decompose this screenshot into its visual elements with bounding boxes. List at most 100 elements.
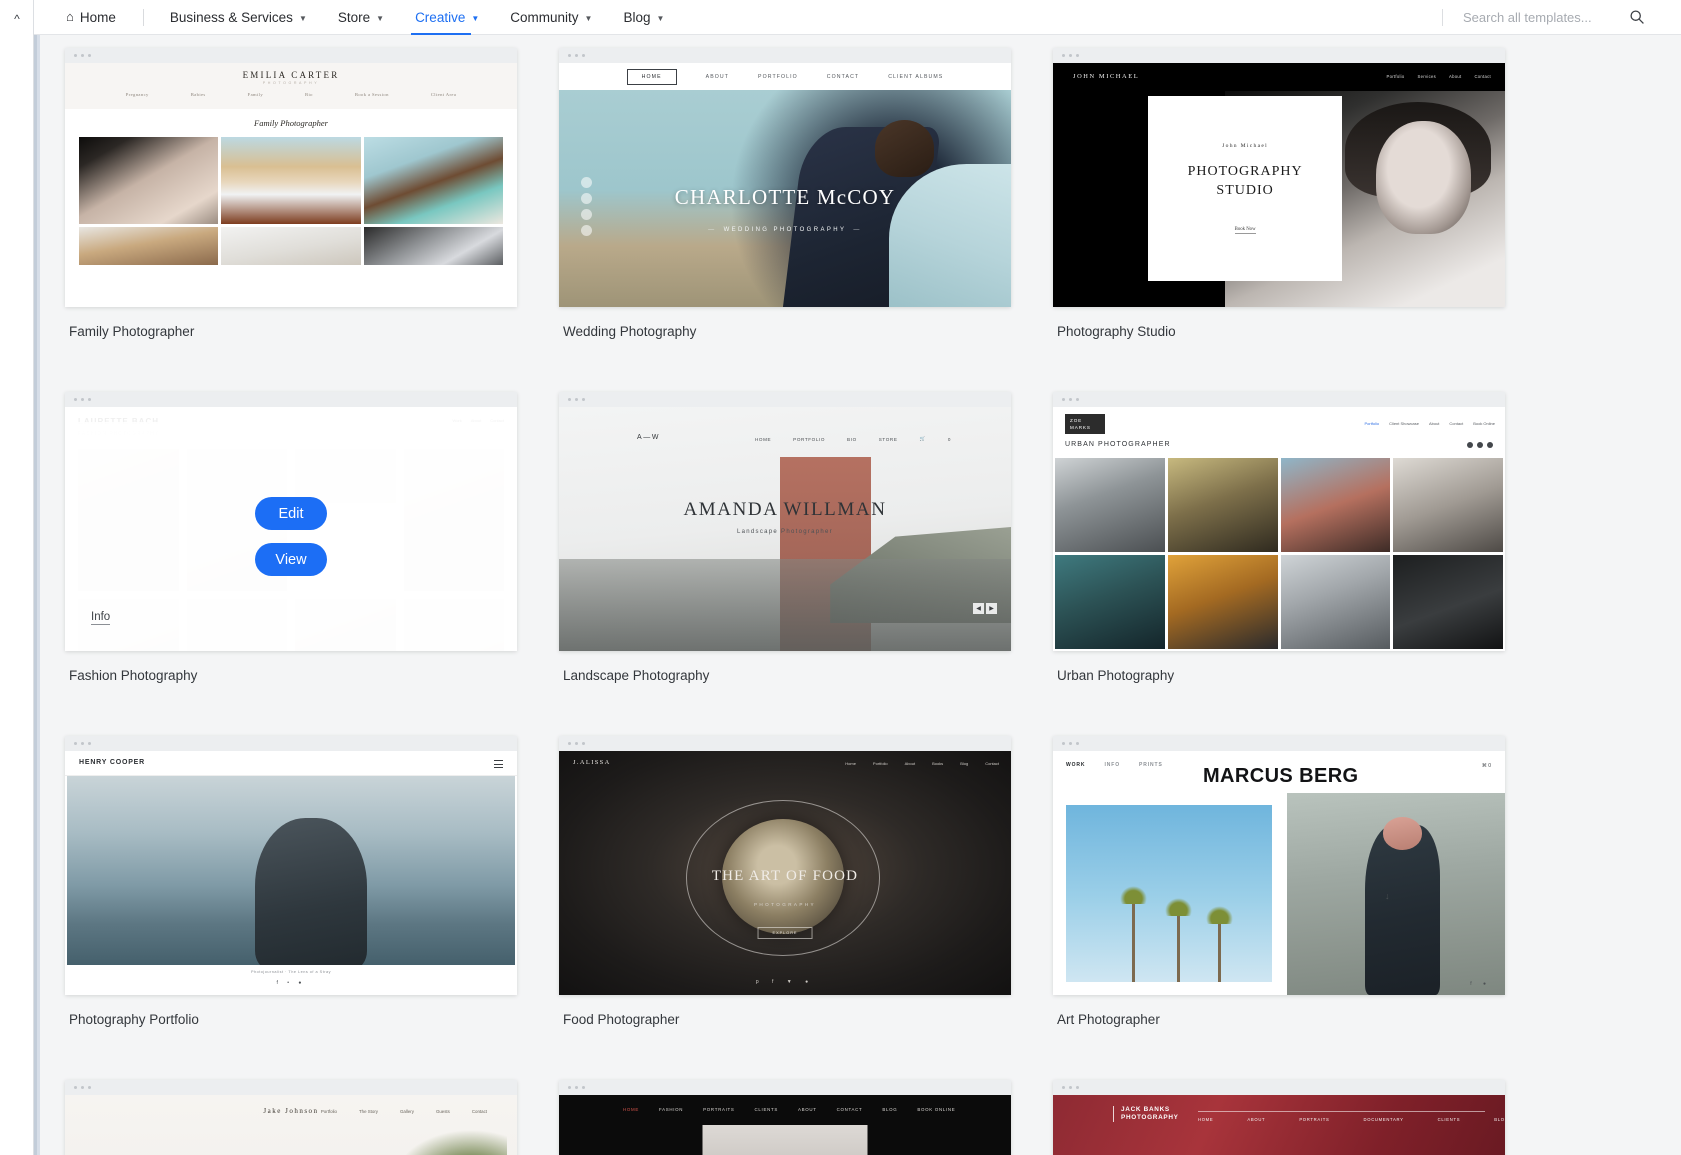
chevron-down-icon: ▼: [585, 14, 593, 23]
site-nav-item: PORTRAITS: [703, 1107, 734, 1112]
chrome-dot-icon: [575, 54, 578, 57]
template-card-title: Photography Portfolio: [69, 1012, 517, 1080]
site-nav-item: FASHION: [659, 1107, 683, 1112]
site-nav-item: Portfolio: [873, 761, 888, 766]
template-preview[interactable]: JACK BANKS PHOTOGRAPHY HOME ABOUT PORTRA…: [1053, 1080, 1505, 1155]
nav-item-creative[interactable]: Creative ▼: [415, 0, 479, 35]
site-logo: JACK BANKS PHOTOGRAPHY: [1113, 1106, 1179, 1122]
site-nav-item: Contact: [1474, 74, 1491, 79]
vertical-scrollbar-thumb[interactable]: [34, 35, 37, 1155]
arrow-left-icon: ◀: [973, 603, 984, 614]
template-preview[interactable]: Jake Johnson Portfolio The Story Gallery…: [65, 1080, 517, 1155]
site-nav-item: Book Online: [1473, 421, 1495, 426]
collapse-up-icon[interactable]: ^: [10, 12, 24, 26]
site-nav-item: PORTFOLIO: [793, 437, 825, 442]
template-card-partial-3[interactable]: JACK BANKS PHOTOGRAPHY HOME ABOUT PORTRA…: [1053, 1080, 1505, 1155]
site-nav-item: Book a Session: [355, 92, 389, 97]
chrome-dot-icon: [1076, 742, 1079, 745]
site-nav-item: INFO: [1104, 762, 1120, 768]
site-logo-line2: MARKS: [1070, 425, 1091, 430]
edit-button[interactable]: Edit: [255, 497, 327, 530]
template-preview-hovered[interactable]: LAURETTE BACH FASHION PHOTOGRAPHY Work A…: [65, 392, 517, 651]
template-card-title: Art Photographer: [1057, 1012, 1505, 1080]
template-preview[interactable]: HENRY COOPER Photojournalist · The Len: [65, 736, 517, 995]
browser-chrome: [1053, 392, 1505, 407]
photo-thumb: [1055, 555, 1165, 649]
footer-social: f ●: [1470, 981, 1491, 987]
footer-text: Photojournalist · The Lens of a Stray: [65, 970, 517, 974]
site-nav-item: Client Showcase: [1389, 421, 1419, 426]
chrome-dot-icon: [1069, 1086, 1072, 1089]
template-card-partial-2[interactable]: HOME FASHION PORTRAITS CLIENTS ABOUT CON…: [559, 1080, 1011, 1155]
template-preview[interactable]: A—W HOME PORTFOLIO BIO STORE 🛒 0 AMANDA …: [559, 392, 1011, 651]
chrome-dot-icon: [74, 742, 77, 745]
browser-chrome: [65, 48, 517, 63]
hero-title: AMANDA WILLMAN: [559, 499, 1011, 521]
site-tagline: Family Photographer: [65, 109, 517, 137]
nav-item-home[interactable]: ⌂ Home: [66, 0, 116, 35]
template-card-wedding-photography[interactable]: HOME ABOUT PORTFOLIO CONTACT CLIENT ALBU…: [559, 48, 1011, 392]
info-link[interactable]: Info: [91, 611, 110, 625]
template-card-partial-1[interactable]: Jake Johnson Portfolio The Story Gallery…: [65, 1080, 517, 1155]
template-card-fashion-photography[interactable]: LAURETTE BACH FASHION PHOTOGRAPHY Work A…: [65, 392, 517, 736]
nav-item-community[interactable]: Community ▼: [510, 0, 592, 35]
site-nav-item: Home: [845, 761, 856, 766]
hero-card-cta: Book Now: [1235, 227, 1256, 234]
template-card-photography-studio[interactable]: JOHN MICHAEL Portfolio Services About Co…: [1053, 48, 1505, 392]
palm-tree: [1132, 900, 1135, 982]
template-preview[interactable]: J.ALISSA Home Portfolio About Books Blog…: [559, 736, 1011, 995]
template-card-urban-photography[interactable]: ZOE MARKS Portfolio Client Showcase Abou…: [1053, 392, 1505, 736]
template-card-landscape-photography[interactable]: A—W HOME PORTFOLIO BIO STORE 🛒 0 AMANDA …: [559, 392, 1011, 736]
nav-item-store[interactable]: Store ▼: [338, 0, 384, 35]
chrome-dot-icon: [88, 398, 91, 401]
site-nav: WORK INFO PRINTS: [1066, 762, 1163, 768]
template-card-title: Urban Photography: [1057, 668, 1505, 736]
site-nav-item: Guests: [436, 1109, 450, 1114]
template-preview[interactable]: HOME FASHION PORTRAITS CLIENTS ABOUT CON…: [559, 1080, 1011, 1155]
browser-chrome: [1053, 48, 1505, 63]
site-nav-item: About: [1449, 74, 1461, 79]
search-icon[interactable]: [1629, 9, 1645, 25]
photo-thumb: [1281, 458, 1391, 552]
site-logo: JOHN MICHAEL: [1073, 73, 1139, 80]
template-card-food-photographer[interactable]: J.ALISSA Home Portfolio About Books Blog…: [559, 736, 1011, 1080]
nav-item-blog[interactable]: Blog ▼: [623, 0, 664, 35]
template-preview[interactable]: WORK INFO PRINTS MARCUS BERG ⌘ 0: [1053, 736, 1505, 995]
template-card-title: Photography Studio: [1057, 324, 1505, 392]
hero-title: CHARLOTTE McCOY: [559, 185, 1011, 210]
site-nav: HOME ABOUT PORTFOLIO CONTACT CLIENT ALBU…: [559, 63, 1011, 90]
site-nav-item: BIO: [847, 437, 857, 442]
site-nav-item-active: Portfolio: [1364, 421, 1379, 426]
hero-figure-hair: [1383, 817, 1422, 849]
preview-body: EMILIA CARTER PHOTOGRAPHY Pregnancy Babi…: [65, 63, 517, 307]
template-preview[interactable]: EMILIA CARTER PHOTOGRAPHY Pregnancy Babi…: [65, 48, 517, 307]
nav-left-group: ⌂ Home Business & Services ▼ Store ▼ Cre…: [34, 0, 695, 35]
template-grid: EMILIA CARTER PHOTOGRAPHY Pregnancy Babi…: [40, 48, 1681, 1155]
template-preview[interactable]: JOHN MICHAEL Portfolio Services About Co…: [1053, 48, 1505, 307]
site-logo: EMILIA CARTER: [65, 70, 517, 80]
template-card-photography-portfolio[interactable]: HENRY COOPER Photojournalist · The Len: [65, 736, 517, 1080]
preview-body: J.ALISSA Home Portfolio About Books Blog…: [559, 751, 1011, 995]
site-mock: HOME FASHION PORTRAITS CLIENTS ABOUT CON…: [559, 1095, 1011, 1155]
template-preview[interactable]: ZOE MARKS Portfolio Client Showcase Abou…: [1053, 392, 1505, 651]
scroll-hint-icon: ↓: [1385, 891, 1390, 901]
search-input[interactable]: [1463, 10, 1603, 25]
chrome-dot-icon: [1076, 1086, 1079, 1089]
template-card-family-photographer[interactable]: EMILIA CARTER PHOTOGRAPHY Pregnancy Babi…: [65, 48, 517, 392]
site-nav-item: ABOUT: [706, 74, 729, 80]
nav-item-business-services[interactable]: Business & Services ▼: [170, 0, 307, 35]
slider-arrows: ◀ ▶: [973, 603, 997, 614]
site-nav-item: About: [1429, 421, 1439, 426]
chrome-dot-icon: [74, 398, 77, 401]
chrome-dot-icon: [582, 1086, 585, 1089]
template-preview[interactable]: HOME ABOUT PORTFOLIO CONTACT CLIENT ALBU…: [559, 48, 1011, 307]
hero-subtitle-text: WEDDING PHOTOGRAPHY: [724, 227, 847, 233]
nav-item-creative-label: Creative: [415, 10, 465, 25]
view-button[interactable]: View: [255, 543, 327, 576]
top-navigation-bar: ⌂ Home Business & Services ▼ Store ▼ Cre…: [34, 0, 1681, 35]
browser-chrome: [1053, 1080, 1505, 1095]
cart-icon: 🛒: [920, 436, 926, 442]
site-nav: Portfolio Client Showcase About Contact …: [1364, 421, 1495, 426]
nav-divider: [143, 9, 144, 26]
template-card-art-photographer[interactable]: WORK INFO PRINTS MARCUS BERG ⌘ 0: [1053, 736, 1505, 1080]
